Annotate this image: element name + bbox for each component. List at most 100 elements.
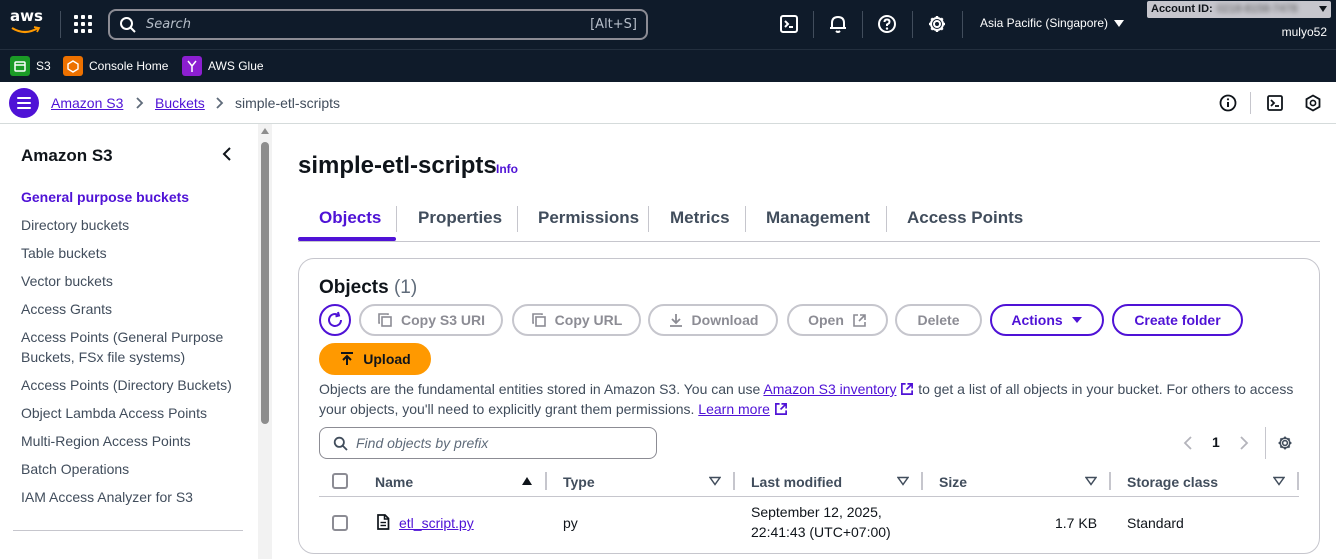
delete-label: Delete: [917, 312, 960, 328]
help-icon[interactable]: [877, 14, 897, 34]
column-last-modified[interactable]: Last modified: [751, 474, 842, 490]
nav-divider: [912, 11, 913, 38]
chevron-left-icon[interactable]: [1183, 436, 1193, 450]
download-icon: [669, 314, 682, 327]
sidebar-item-table-buckets[interactable]: Table buckets: [21, 243, 241, 263]
info-link[interactable]: Info: [496, 162, 518, 176]
account-menu[interactable]: Account ID: 0218-8158-7478: [1147, 1, 1331, 18]
gear-icon[interactable]: [927, 14, 947, 34]
aws-logo[interactable]: aws: [10, 6, 44, 40]
tab-divider: [396, 206, 397, 232]
cloudshell-icon[interactable]: [779, 14, 799, 34]
refresh-icon: [328, 311, 342, 327]
sidebar-item-access-points-directory[interactable]: Access Points (Directory Buckets): [21, 375, 241, 395]
sidebar-scrollbar-thumb[interactable]: [261, 142, 269, 424]
nav-divider: [813, 11, 814, 38]
description-text: Objects are the fundamental entities sto…: [319, 381, 764, 397]
open-button[interactable]: Open: [787, 304, 888, 336]
cloudshell-panel-icon[interactable]: [1266, 94, 1284, 112]
column-size[interactable]: Size: [939, 474, 967, 490]
column-divider[interactable]: [733, 472, 735, 490]
aws-smile-icon: [11, 26, 41, 34]
sidebar-item-batch-operations[interactable]: Batch Operations: [21, 459, 241, 479]
object-name-link[interactable]: etl_script.py: [399, 513, 474, 533]
copy-s3-uri-label: Copy S3 URI: [400, 312, 485, 328]
column-divider[interactable]: [545, 472, 547, 490]
tab-objects[interactable]: Objects: [319, 208, 381, 228]
sort-icon[interactable]: [1085, 476, 1097, 486]
column-divider[interactable]: [1297, 472, 1299, 490]
breadcrumb-current: simple-etl-scripts: [235, 95, 341, 111]
side-navigation: Amazon S3 General purpose buckets Direct…: [0, 124, 258, 559]
copy-s3-uri-button[interactable]: Copy S3 URI: [359, 304, 503, 336]
sort-icon[interactable]: [897, 476, 909, 486]
upload-button[interactable]: Upload: [319, 343, 431, 375]
tab-divider: [745, 206, 746, 232]
s3-inventory-link[interactable]: Amazon S3 inventory: [763, 381, 896, 397]
favorite-console-home[interactable]: Console Home: [63, 56, 168, 76]
sidebar-item-general-purpose-buckets[interactable]: General purpose buckets: [21, 187, 241, 207]
sidebar-item-object-lambda-access-points[interactable]: Object Lambda Access Points: [21, 403, 241, 423]
column-type[interactable]: Type: [563, 474, 595, 490]
sort-icon[interactable]: [709, 476, 721, 486]
tab-metrics[interactable]: Metrics: [670, 208, 730, 228]
object-type: py: [563, 515, 578, 531]
side-navigation-title[interactable]: Amazon S3: [21, 146, 113, 166]
sidebar-item-vector-buckets[interactable]: Vector buckets: [21, 271, 241, 291]
row-checkbox[interactable]: [332, 515, 348, 531]
amazon-q-icon[interactable]: [1304, 94, 1322, 112]
objects-count: (1): [393, 277, 418, 298]
tab-permissions[interactable]: Permissions: [538, 208, 639, 228]
favorite-s3[interactable]: S3: [10, 56, 51, 76]
info-panel-icon[interactable]: [1219, 94, 1237, 112]
copy-url-button[interactable]: Copy URL: [512, 304, 641, 336]
user-name[interactable]: mulyo52: [1282, 25, 1327, 39]
tab-properties[interactable]: Properties: [418, 208, 502, 228]
caret-down-icon: [1319, 6, 1327, 12]
bell-icon[interactable]: [828, 14, 848, 34]
sidebar-item-access-points-general[interactable]: Access Points (General Purpose Buckets, …: [21, 327, 241, 367]
account-id: 0218-8158-7478: [1216, 3, 1298, 15]
learn-more-link[interactable]: Learn more: [698, 401, 770, 417]
favorite-aws-glue[interactable]: AWS Glue: [182, 56, 264, 76]
delete-button[interactable]: Delete: [895, 304, 982, 336]
tab-access-points[interactable]: Access Points: [907, 208, 1023, 228]
column-divider[interactable]: [921, 472, 923, 490]
objects-description: Objects are the fundamental entities sto…: [319, 379, 1299, 419]
actions-dropdown[interactable]: Actions: [990, 304, 1104, 336]
page-number[interactable]: 1: [1212, 434, 1220, 450]
active-tab-indicator: [298, 237, 396, 241]
search-input[interactable]: Search [Alt+S]: [108, 9, 648, 40]
favorites-bar: S3 Console Home AWS Glue: [0, 49, 1336, 82]
services-grid-icon[interactable]: [74, 15, 92, 33]
object-last-modified-date: September 12, 2025,: [751, 504, 882, 520]
column-divider[interactable]: [1109, 472, 1111, 490]
chevron-left-icon[interactable]: [220, 146, 234, 162]
tab-management[interactable]: Management: [766, 208, 870, 228]
sidebar-item-access-grants[interactable]: Access Grants: [21, 299, 241, 319]
scroll-up-arrow[interactable]: [261, 128, 269, 134]
sidebar-item-multi-region-access-points[interactable]: Multi-Region Access Points: [21, 431, 241, 451]
sort-icon[interactable]: [1273, 476, 1285, 486]
column-name[interactable]: Name: [375, 474, 413, 490]
create-folder-button[interactable]: Create folder: [1112, 304, 1243, 336]
gear-icon[interactable]: [1277, 435, 1293, 451]
refresh-button[interactable]: [319, 304, 351, 336]
chevron-right-icon[interactable]: [1239, 436, 1249, 450]
breadcrumb-amazon-s3[interactable]: Amazon S3: [51, 95, 123, 111]
find-objects-input[interactable]: Find objects by prefix: [319, 427, 657, 459]
nav-divider: [962, 11, 963, 38]
sidebar-item-iam-access-analyzer[interactable]: IAM Access Analyzer for S3: [21, 487, 241, 507]
side-navigation-toggle[interactable]: [9, 88, 39, 118]
sidebar-item-directory-buckets[interactable]: Directory buckets: [21, 215, 241, 235]
tab-divider: [517, 206, 518, 232]
region-selector[interactable]: Asia Pacific (Singapore): [980, 16, 1125, 30]
column-storage-class[interactable]: Storage class: [1127, 474, 1218, 490]
sidebar-divider: [13, 530, 243, 531]
breadcrumb-buckets[interactable]: Buckets: [155, 95, 205, 111]
account-label: Account ID:: [1151, 3, 1213, 15]
copy-url-label: Copy URL: [554, 312, 623, 328]
download-button[interactable]: Download: [648, 304, 778, 336]
select-all-checkbox[interactable]: [332, 473, 348, 489]
sort-ascending-icon[interactable]: [521, 476, 533, 486]
